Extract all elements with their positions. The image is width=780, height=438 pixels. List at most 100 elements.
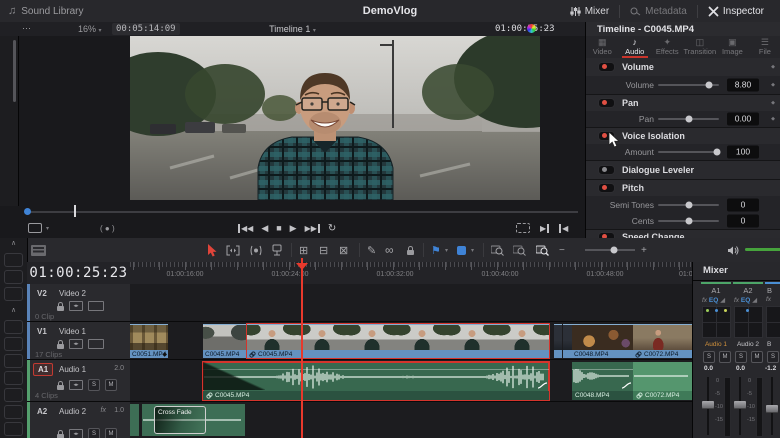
timeline-zoom-slider[interactable] xyxy=(585,249,635,251)
solo-button[interactable]: S xyxy=(88,428,100,438)
video-clip-selected[interactable]: C0045.MP4 xyxy=(247,324,549,358)
stop-button[interactable]: ■ xyxy=(276,223,281,233)
flag-button[interactable]: ⚑ xyxy=(431,238,441,262)
lock-icon[interactable] xyxy=(57,385,64,390)
auto-select-icon[interactable]: ◂▸ xyxy=(69,301,83,311)
volume-slider[interactable] xyxy=(658,84,719,86)
replace-clip-button[interactable]: ⊠ xyxy=(339,238,348,262)
mute-button[interactable]: M xyxy=(105,428,117,438)
keyframe-icon[interactable]: ◆ xyxy=(771,100,775,106)
match-frame-next-icon[interactable]: ▶ xyxy=(540,224,549,233)
fade-handle-icon[interactable] xyxy=(622,382,631,389)
auto-select-icon[interactable]: ◂▸ xyxy=(69,429,83,438)
audio-monitor-button[interactable] xyxy=(727,238,739,262)
side-button[interactable] xyxy=(4,388,23,402)
pitch-toggle[interactable] xyxy=(598,183,615,193)
lock-icon[interactable] xyxy=(57,434,64,438)
track-header-v1[interactable]: V1 Video 1 ◂▸ 17 Clips xyxy=(27,322,130,360)
voice-isolation-amount-slider[interactable] xyxy=(658,151,719,153)
side-button[interactable] xyxy=(4,270,23,284)
mute-button[interactable]: M xyxy=(751,351,763,363)
link-clips-button[interactable]: ∞ xyxy=(385,238,394,262)
filmstrip-icon[interactable] xyxy=(88,301,104,311)
side-button[interactable] xyxy=(4,337,23,351)
track-header-a1[interactable]: A1 Audio 1 2.0 ◂▸ S M 4 Clips xyxy=(27,360,130,402)
channel-gain-value[interactable]: 0.0 xyxy=(704,365,713,372)
tab-image[interactable]: ▣ Image xyxy=(716,36,749,58)
tab-effects[interactable]: ✦ Effects xyxy=(651,36,684,58)
timeline-view-options[interactable] xyxy=(31,238,46,262)
zoom-fit-button[interactable] xyxy=(491,238,504,262)
pan-slider[interactable] xyxy=(658,118,719,120)
zoom-in-button[interactable]: + xyxy=(641,238,647,262)
channel-fx-row[interactable]: fx xyxy=(766,296,771,303)
playhead-marker[interactable] xyxy=(296,263,308,270)
channel-gain-value[interactable]: -1.2 xyxy=(765,365,776,372)
viewer-scrubber[interactable] xyxy=(26,211,578,213)
solo-button[interactable]: S xyxy=(767,351,779,363)
side-button[interactable] xyxy=(4,422,23,436)
track-content-v1[interactable]: C0051.MP4 ◆ C0045.MP4 C0045.MP4 C0048.MP… xyxy=(130,322,692,360)
scrubber-position-dot[interactable] xyxy=(24,208,31,215)
channel-fx-row[interactable]: fx EQ ◢ xyxy=(702,296,725,304)
position-lock-button[interactable] xyxy=(407,238,414,262)
track-header-v2[interactable]: V2 Video 2 ◂▸ 0 Clip xyxy=(27,284,130,322)
auto-select-icon[interactable]: ◂▸ xyxy=(69,380,83,390)
keyframe-icon[interactable]: ◆ xyxy=(771,64,775,70)
mute-button[interactable]: M xyxy=(719,351,731,363)
video-clip[interactable]: C0048.MP4 xyxy=(572,324,633,358)
viewer-options-icon[interactable]: ⋯ xyxy=(22,23,32,34)
track-id-armed[interactable]: A1 xyxy=(33,363,53,376)
lock-icon[interactable] xyxy=(57,344,64,349)
video-clip[interactable] xyxy=(563,324,572,358)
match-frame-prev-icon[interactable]: ◀ xyxy=(559,224,568,233)
cents-slider[interactable] xyxy=(658,220,719,222)
sound-library-button[interactable]: ♫ Sound Library xyxy=(8,0,84,22)
channel-fx-row[interactable]: fx EQ ◢ xyxy=(734,296,757,304)
trim-edit-tool[interactable] xyxy=(226,238,240,262)
solo-button[interactable]: S xyxy=(703,351,715,363)
marker-button[interactable] xyxy=(457,238,466,262)
track-content-a1[interactable]: C0045.MP4 C0048.MP4 C0072.MP4 xyxy=(130,360,692,402)
zoom-custom-button[interactable] xyxy=(536,238,549,262)
pan-grid[interactable] xyxy=(766,306,780,338)
video-clip[interactable]: C0072.MP4 xyxy=(633,324,692,358)
inspector-button[interactable]: Inspector xyxy=(698,4,774,18)
marker-dropdown[interactable]: ▾ xyxy=(471,238,474,262)
solo-button[interactable]: S xyxy=(88,379,100,391)
video-clip[interactable]: C0045.MP4 xyxy=(203,324,247,358)
chevron-up-icon[interactable]: ∧ xyxy=(0,305,27,317)
snapping-button[interactable]: ✎ xyxy=(367,238,376,262)
timeline-selector[interactable]: Timeline 1 ▾ xyxy=(269,24,316,34)
lock-icon[interactable] xyxy=(57,306,64,311)
audio-clip[interactable] xyxy=(130,404,139,436)
flag-dropdown[interactable]: ▾ xyxy=(445,238,448,262)
dialogue-leveler-toggle[interactable] xyxy=(598,165,615,175)
chevron-up-icon[interactable]: ∧ xyxy=(0,238,27,250)
solo-button[interactable]: S xyxy=(735,351,747,363)
viewer-zoom-select[interactable]: 16% ▾ xyxy=(78,24,102,34)
loop-button[interactable]: ↻ xyxy=(328,223,336,234)
dynamic-trim-tool[interactable] xyxy=(249,238,263,262)
fader-handle[interactable] xyxy=(702,401,714,409)
side-button[interactable] xyxy=(4,287,23,301)
tab-transition[interactable]: ◫ Transition xyxy=(684,36,717,58)
monitor-volume-slider[interactable] xyxy=(745,248,780,251)
track-header-a2[interactable]: A2 Audio 2 fx 1.0 ◂▸ S M xyxy=(27,402,130,438)
fader-handle[interactable] xyxy=(766,405,778,413)
zoom-full-button[interactable] xyxy=(513,238,526,262)
side-button[interactable] xyxy=(4,320,23,334)
selection-tool[interactable] xyxy=(207,238,218,262)
scrubber-playhead[interactable] xyxy=(74,205,76,217)
playhead-line[interactable] xyxy=(301,258,303,438)
side-button[interactable] xyxy=(4,253,23,267)
semi-tones-value[interactable]: 0 xyxy=(727,198,759,211)
timeline-ruler[interactable]: 01:00:16:00 01:00:24:00 01:00:32:00 01:0… xyxy=(130,262,692,285)
video-clip[interactable] xyxy=(554,324,562,358)
filmstrip-icon[interactable] xyxy=(88,339,104,349)
loop-range-icon[interactable] xyxy=(516,223,530,233)
cents-value[interactable]: 0 xyxy=(727,215,759,228)
razor-tool[interactable] xyxy=(271,238,283,262)
vertical-scrollbar[interactable] xyxy=(13,40,16,102)
keyframe-icon[interactable]: ◆ xyxy=(771,116,775,122)
